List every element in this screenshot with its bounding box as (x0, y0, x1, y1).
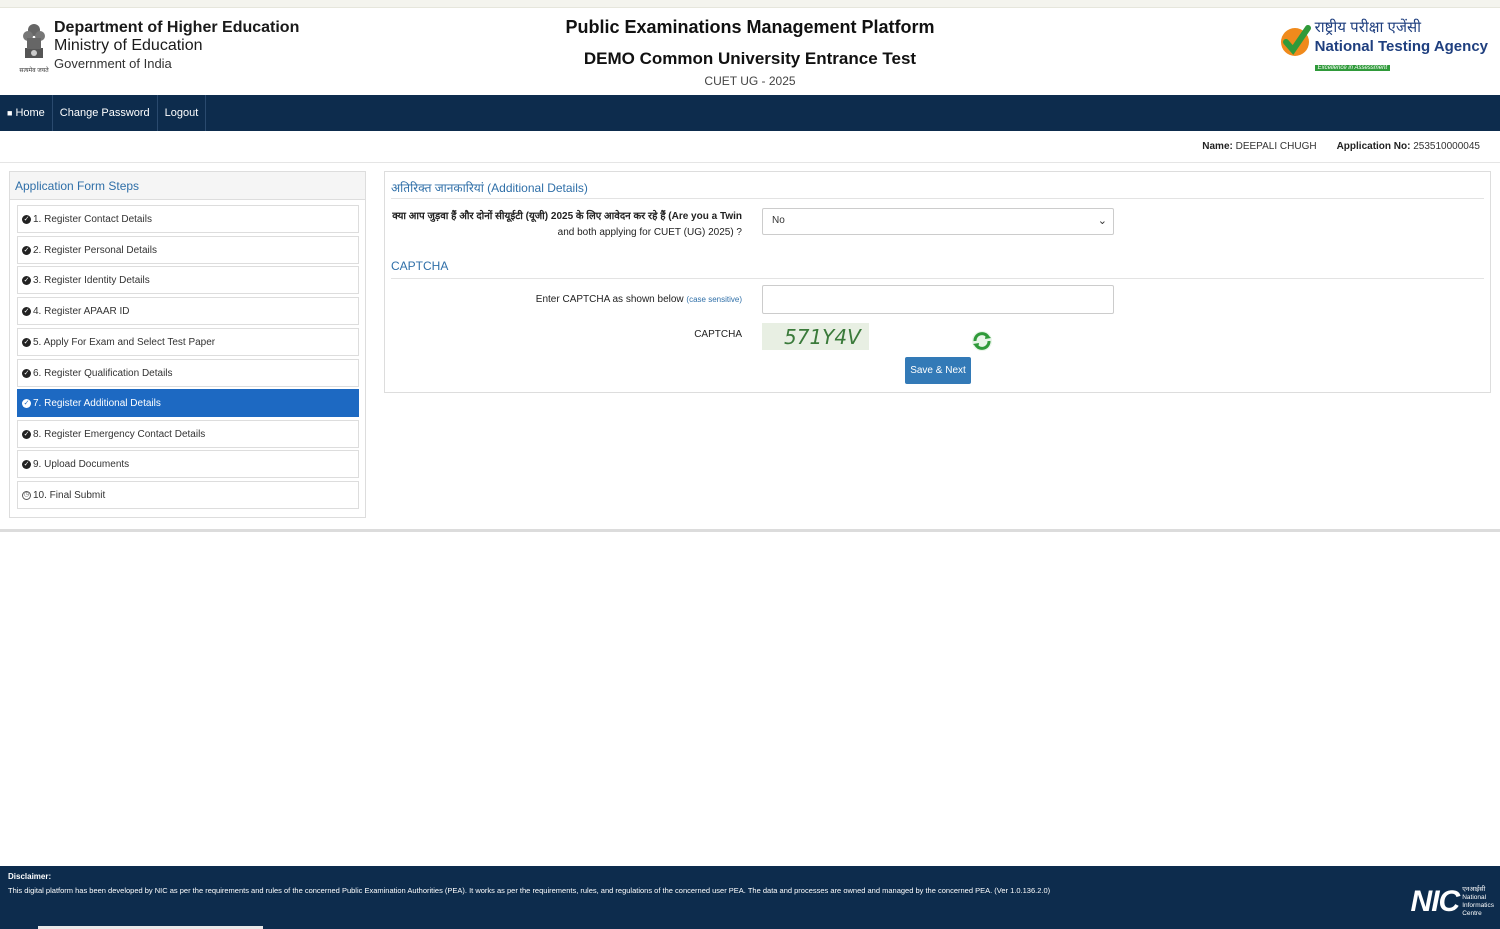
step-2[interactable]: ✓ 2. Register Personal Details (17, 236, 359, 264)
check-circle-icon: ✓ (22, 429, 31, 439)
twin-select[interactable]: No ⌄ (762, 208, 1114, 235)
nta-check-icon (1280, 25, 1311, 56)
name-value: DEEPALI CHUGH (1235, 141, 1317, 152)
platform-title: Public Examinations Management Platform (565, 17, 935, 37)
exam-title: DEMO Common University Entrance Test (583, 49, 917, 68)
nic-hindi: एनआईसी (1462, 886, 1486, 893)
application-no-label: Application No: (1336, 141, 1411, 152)
check-circle-icon: ✓ (22, 398, 31, 408)
step-5[interactable]: ✓ 5. Apply For Exam and Select Test Paper (17, 328, 359, 356)
nav-home[interactable]: ■ Home (0, 95, 53, 131)
application-no-value: 253510000045 (1413, 141, 1480, 152)
top-strip (0, 0, 1500, 8)
check-circle-icon: ✓ (22, 337, 31, 347)
step-7-active[interactable]: ✓ 7. Register Additional Details (17, 389, 359, 417)
captcha-section-title: CAPTCHA (391, 259, 449, 273)
name-label: Name: (1202, 141, 1233, 152)
step-10[interactable]: ◷ 10. Final Submit (17, 481, 359, 509)
page-footer: Disclaimer: This digital platform has be… (0, 866, 1500, 929)
check-circle-icon: ✓ (22, 459, 31, 469)
twin-question-label: क्या आप जुड़वा हैं और दोनों सीयूईटी (यूज… (392, 211, 742, 238)
nic-line2: Informatics (1462, 902, 1494, 909)
twin-select-value: No (772, 215, 785, 226)
user-info-bar: Name: DEEPALI CHUGH Application No: 2535… (0, 131, 1500, 163)
step-1[interactable]: ✓ 1. Register Contact Details (17, 205, 359, 233)
header-titles: Public Examinations Management Platform … (0, 16, 1500, 88)
home-icon: ■ (7, 108, 13, 118)
captcha-prompt-label: Enter CAPTCHA as shown below (case sensi… (535, 294, 742, 305)
captcha-input[interactable] (762, 285, 1114, 314)
step-6[interactable]: ✓ 6. Register Qualification Details (17, 359, 359, 387)
check-circle-icon: ✓ (22, 245, 31, 255)
disclaimer-title: Disclaimer: (8, 872, 52, 881)
case-sensitive-hint: (case sensitive) (686, 295, 742, 304)
save-next-button[interactable]: Save & Next (905, 357, 971, 384)
additional-details-panel: अतिरिक्त जानकारियां (Additional Details)… (384, 171, 1491, 393)
nta-tagline: Excellence in Assessment (1314, 65, 1391, 71)
nic-line3: Centre (1462, 910, 1482, 917)
nic-logo-text: NIC (1410, 885, 1461, 918)
nic-logo: NIC एनआईसी National Informatics Centre (1411, 886, 1494, 918)
refresh-captcha-icon[interactable] (971, 330, 993, 352)
nta-logo: राष्ट्रीय परीक्षा एजेंसी National Testin… (1279, 18, 1488, 74)
check-circle-icon: ✓ (22, 368, 31, 378)
nav-logout[interactable]: Logout (158, 95, 207, 131)
main-navbar: ■ Home Change Password Logout (0, 95, 1500, 131)
steps-panel: Application Form Steps ✓ 1. Register Cont… (9, 171, 366, 518)
step-3[interactable]: ✓ 3. Register Identity Details (17, 266, 359, 294)
nta-hindi-name: राष्ट्रीय परीक्षा एजेंसी (1314, 19, 1421, 36)
divider (391, 198, 1484, 199)
steps-title: Application Form Steps (10, 172, 365, 200)
page-header: सत्यमेव जयते Department of Higher Educat… (0, 8, 1500, 95)
exam-code: CUET UG - 2025 (704, 74, 796, 88)
check-circle-icon: ✓ (22, 306, 31, 316)
captcha-label: CAPTCHA (694, 329, 742, 340)
disclaimer-text: This digital platform has been developed… (8, 886, 1051, 895)
check-circle-icon: ✓ (22, 214, 31, 224)
main-content: Application Form Steps ✓ 1. Register Cont… (0, 163, 1500, 532)
nav-change-password[interactable]: Change Password (53, 95, 158, 131)
chevron-down-icon: ⌄ (1097, 215, 1107, 227)
step-9[interactable]: ✓ 9. Upload Documents (17, 450, 359, 478)
divider (391, 278, 1484, 279)
captcha-image: 571Y4V (762, 323, 869, 350)
additional-details-title: अतिरिक्त जानकारियां (Additional Details) (391, 181, 588, 195)
nta-english-name: National Testing Agency (1314, 38, 1488, 55)
check-circle-icon: ✓ (22, 275, 31, 285)
step-8[interactable]: ✓ 8. Register Emergency Contact Details (17, 420, 359, 448)
nic-line1: National (1462, 894, 1487, 901)
step-4[interactable]: ✓ 4. Register APAAR ID (17, 297, 359, 325)
clock-icon: ◷ (22, 490, 31, 500)
